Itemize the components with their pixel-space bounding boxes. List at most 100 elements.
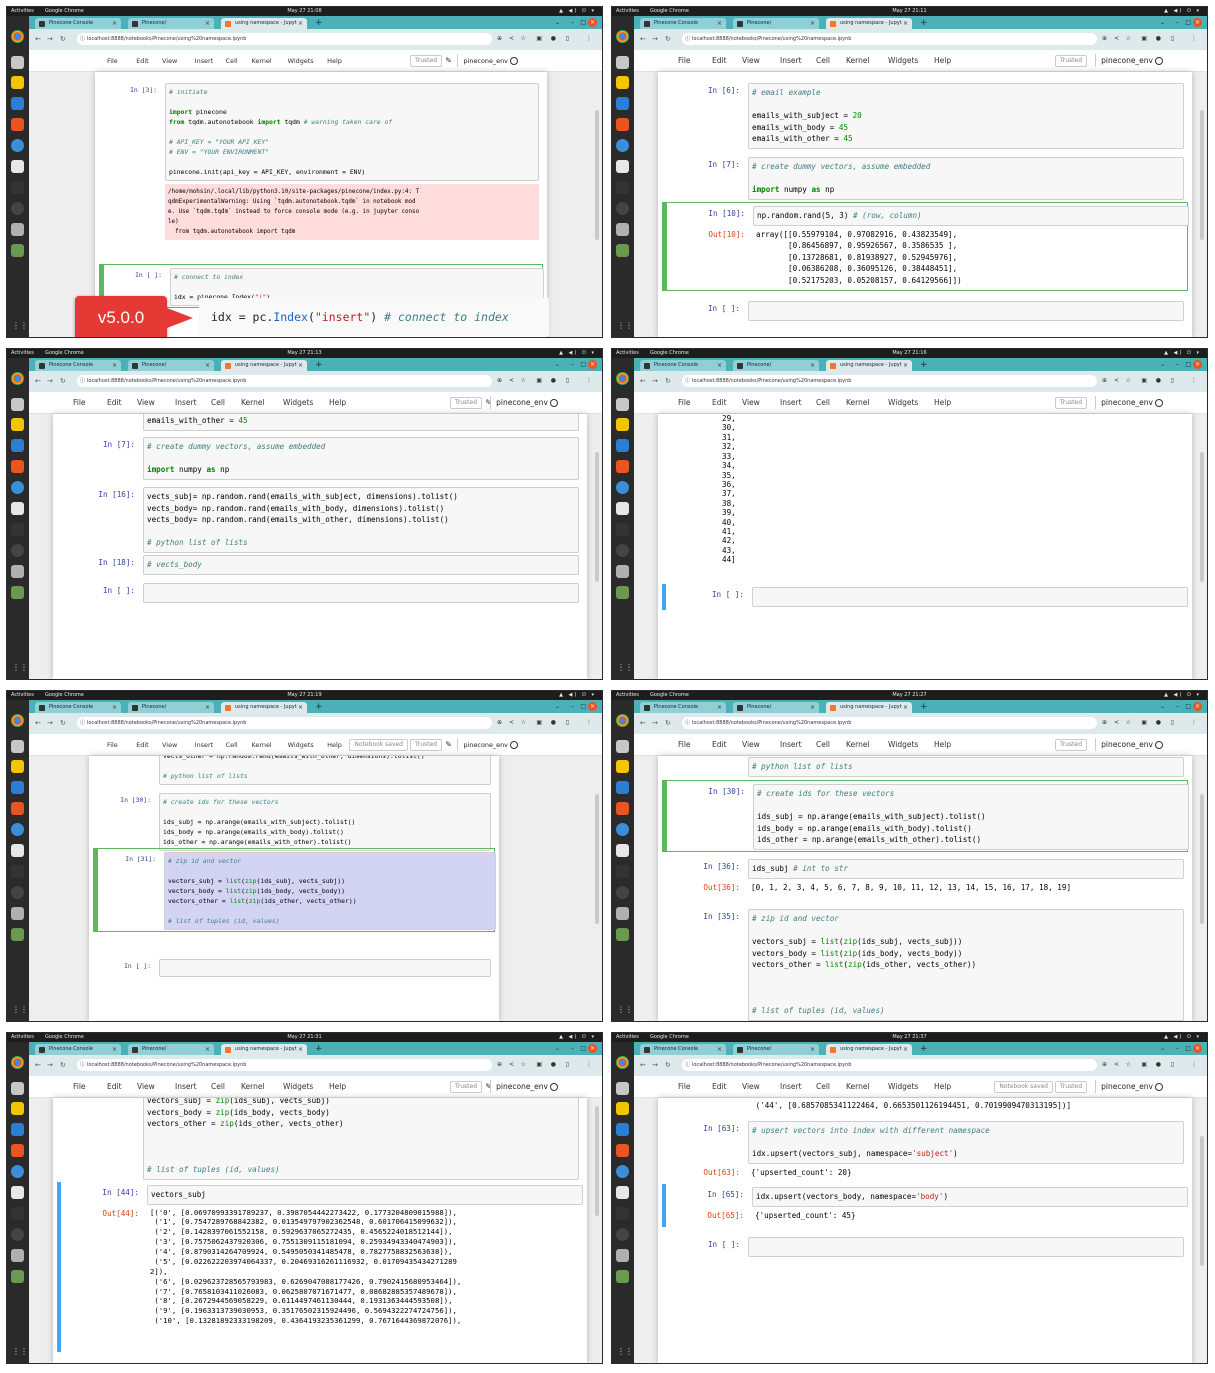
menu-widgets[interactable]: Widgets <box>888 392 918 414</box>
page-scrollbar[interactable] <box>595 794 599 924</box>
profile-icon[interactable]: ● <box>1156 717 1161 729</box>
extension-icon[interactable]: ▣ <box>536 717 542 729</box>
code-lines[interactable]: vectors_subj <box>151 1189 581 1201</box>
menu-widgets[interactable]: Widgets <box>888 50 918 72</box>
kernel-name[interactable]: pinecone_env <box>1095 1076 1153 1098</box>
new-tab-icon[interactable]: + <box>315 359 323 371</box>
profile-icon[interactable]: ● <box>551 375 556 387</box>
menu-edit[interactable]: Edit <box>136 734 148 756</box>
input-area[interactable] <box>748 301 1184 321</box>
obs-icon[interactable] <box>616 886 629 899</box>
notebook-cell[interactable]: In [65]: idx.upsert(vectors_body, namespa… <box>662 1184 1188 1227</box>
menu-help[interactable]: Help <box>329 1076 346 1098</box>
new-tab-icon[interactable]: + <box>920 17 928 29</box>
terminal-icon[interactable] <box>616 523 629 536</box>
clock[interactable]: May 27 21:31 <box>7 1033 602 1042</box>
tab-search-icon[interactable]: ⌄ <box>1160 700 1165 713</box>
menu-file[interactable]: File <box>73 1076 86 1098</box>
text-editor-icon[interactable] <box>11 844 24 857</box>
chrome-icon[interactable] <box>616 30 629 43</box>
extension-icon[interactable]: ▣ <box>536 1059 542 1071</box>
back-icon[interactable]: ← <box>35 376 41 386</box>
menu-cell[interactable]: Cell <box>816 50 830 72</box>
url-field[interactable]: ⓘ localhost:8888/notebooks/Pinecone/using… <box>77 1059 492 1071</box>
close-tab-icon[interactable]: × <box>717 18 722 29</box>
close-tab-icon[interactable]: × <box>903 18 908 29</box>
trash-icon[interactable] <box>11 244 24 257</box>
show-apps-icon[interactable]: ⋮⋮⋮ <box>617 1004 641 1015</box>
reload-icon[interactable]: ↻ <box>665 1060 671 1070</box>
page-scrollbar[interactable] <box>1200 1136 1204 1266</box>
obs-icon[interactable] <box>616 1228 629 1241</box>
bookmark-star-icon[interactable]: ☆ <box>1126 1059 1131 1071</box>
text-editor-icon[interactable] <box>616 502 629 515</box>
tab-search-icon[interactable]: ⌄ <box>555 358 560 371</box>
notebook-cell[interactable]: In [ ]: <box>662 1234 1188 1260</box>
software-icon[interactable] <box>616 118 629 131</box>
tab-pinecone[interactable]: Pinecone/ × <box>128 702 214 713</box>
menu-edit[interactable]: Edit <box>712 50 727 72</box>
input-area[interactable]: # initiate import pinecone from tqdm.auto… <box>165 83 539 181</box>
page-scrollbar[interactable] <box>1200 452 1204 582</box>
bookmark-star-icon[interactable]: ☆ <box>1126 717 1131 729</box>
extension-icon[interactable]: ▣ <box>1141 375 1147 387</box>
writer-icon[interactable] <box>616 439 629 452</box>
menu-kernel[interactable]: Kernel <box>251 734 271 756</box>
maximize-icon[interactable]: □ <box>580 358 586 371</box>
close-window-icon[interactable]: × <box>1193 702 1202 711</box>
trusted-indicator[interactable]: Trusted <box>1054 55 1087 67</box>
trash-icon[interactable] <box>11 1270 24 1283</box>
url-field[interactable]: ⓘ localhost:8888/notebooks/Pinecone/using… <box>77 33 492 45</box>
maximize-icon[interactable]: □ <box>1185 358 1191 371</box>
new-tab-icon[interactable]: + <box>315 701 323 713</box>
tab-search-icon[interactable]: ⌄ <box>1160 358 1165 371</box>
input-area[interactable]: # python list of lists <box>748 757 1184 777</box>
tab-pinecone[interactable]: Pinecone/ × <box>128 360 214 371</box>
extension-icon[interactable]: ▣ <box>1141 717 1147 729</box>
side-panel-icon[interactable]: ▯ <box>566 1059 569 1071</box>
kernel-name[interactable]: pinecone_env <box>457 50 508 72</box>
input-area[interactable]: vectors_subj = zip(ids_subj, vects_subj)… <box>143 1098 579 1180</box>
bookmark-star-icon[interactable]: ☆ <box>1126 375 1131 387</box>
close-tab-icon[interactable]: × <box>205 360 210 371</box>
screenshot-icon[interactable] <box>616 1249 629 1262</box>
code-lines[interactable]: # create dummy vectors, assume embedded … <box>147 441 577 476</box>
forward-icon[interactable]: → <box>652 718 658 728</box>
close-window-icon[interactable]: × <box>588 702 597 711</box>
extension-icon[interactable]: ▣ <box>536 33 542 45</box>
terminal-icon[interactable] <box>11 181 24 194</box>
notebook-cell[interactable]: In [35]: # zip id and vector vectors_subj… <box>662 906 1188 1021</box>
close-tab-icon[interactable]: × <box>298 360 303 371</box>
terminal-icon[interactable] <box>11 865 24 878</box>
input-area[interactable]: vectors_subj <box>147 1185 583 1205</box>
chrome-icon[interactable] <box>11 714 24 727</box>
tab-pinecone-console[interactable]: Pinecone Console × <box>35 702 121 713</box>
obs-icon[interactable] <box>11 202 24 215</box>
rhythmbox-icon[interactable] <box>616 760 629 773</box>
menu-file[interactable]: File <box>678 734 691 756</box>
rhythmbox-icon[interactable] <box>11 1102 24 1115</box>
menu-insert[interactable]: Insert <box>175 392 197 414</box>
forward-icon[interactable]: → <box>47 376 53 386</box>
bookmark-star-icon[interactable]: ☆ <box>521 375 526 387</box>
menu-help[interactable]: Help <box>934 734 951 756</box>
writer-icon[interactable] <box>616 781 629 794</box>
bookmark-star-icon[interactable]: ☆ <box>521 1059 526 1071</box>
side-panel-icon[interactable]: ▯ <box>566 717 569 729</box>
kernel-name[interactable]: pinecone_env <box>1095 50 1153 72</box>
zoom-icon[interactable]: ⊕ <box>497 1059 502 1071</box>
writer-icon[interactable] <box>11 97 24 110</box>
notebook-cell[interactable]: In [30]: # create ids for these vectors i… <box>93 790 495 854</box>
zoom-icon[interactable]: ⊕ <box>1102 33 1107 45</box>
input-area[interactable]: emails_with_other = 45 <box>143 414 579 431</box>
close-tab-icon[interactable]: × <box>810 1044 815 1055</box>
input-area[interactable] <box>752 587 1188 607</box>
reload-icon[interactable]: ↻ <box>60 34 66 44</box>
show-apps-icon[interactable]: ⋮⋮⋮ <box>617 320 641 331</box>
kernel-name[interactable]: pinecone_env <box>457 734 508 756</box>
rhythmbox-icon[interactable] <box>616 76 629 89</box>
menu-kebab-icon[interactable]: ⋮ <box>586 717 592 729</box>
notebook-cell[interactable]: vectors_subj = zip(ids_subj, vects_subj)… <box>57 1098 583 1183</box>
menu-cell[interactable]: Cell <box>816 392 830 414</box>
forward-icon[interactable]: → <box>652 1060 658 1070</box>
